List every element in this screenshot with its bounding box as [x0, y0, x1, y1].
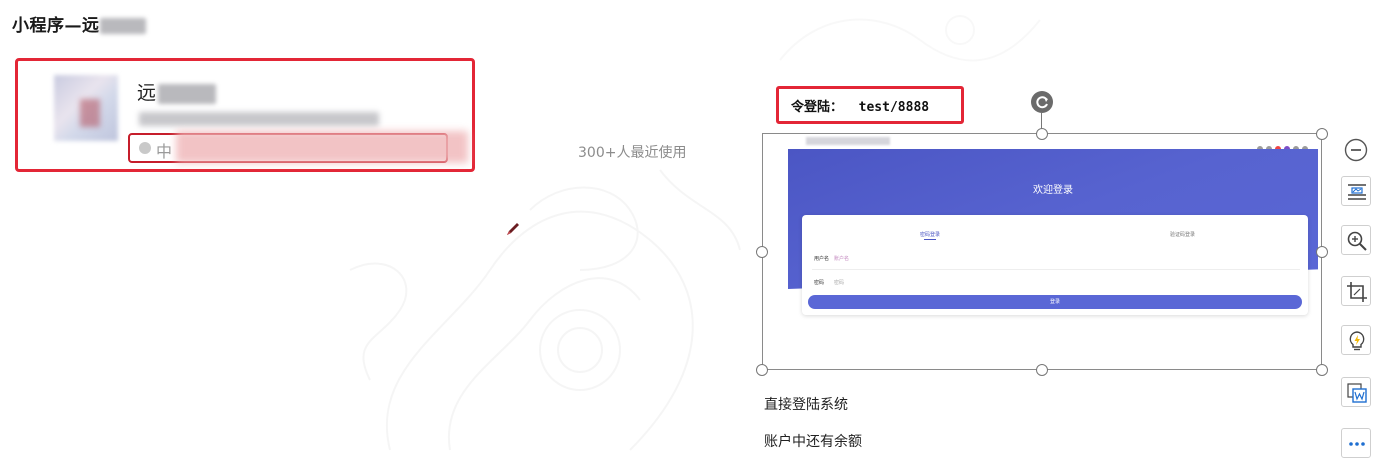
app-avatar-mark: [80, 99, 100, 127]
redacted-blur: [176, 131, 468, 163]
more-button[interactable]: [1341, 428, 1371, 458]
note-line-1: 直接登陆系统: [764, 397, 848, 413]
pen-cursor-icon: [507, 223, 519, 235]
resize-handle-top-right[interactable]: [1316, 128, 1328, 140]
minus-circle-icon[interactable]: [1344, 138, 1368, 162]
login-credentials-text: 令登陆： test/8888: [791, 100, 930, 115]
login-credentials-callout: 令登陆： test/8888: [776, 86, 964, 124]
note-line-2: 账户中还有余额: [764, 434, 862, 450]
zoom-in-icon: [1347, 231, 1367, 251]
resize-handle-bottom-right[interactable]: [1316, 364, 1328, 376]
zoom-in-button[interactable]: [1341, 225, 1371, 255]
crop-icon: [1347, 282, 1367, 302]
status-dot-icon: [139, 142, 151, 154]
background-watermark-top: [779, 15, 1041, 62]
mini-program-card[interactable]: 远 中: [15, 58, 475, 172]
app-name-text: 远: [137, 82, 157, 104]
resize-handle-bottom-left[interactable]: [756, 364, 768, 376]
layout-options-icon: [1348, 184, 1366, 200]
usage-count: 300+人最近使用: [578, 145, 687, 161]
status-text: 中: [156, 142, 173, 161]
rotate-icon[interactable]: [1031, 91, 1053, 113]
more-icon: [1349, 442, 1365, 446]
page-title: 小程序—远: [12, 11, 146, 36]
resize-handle-bottom[interactable]: [1036, 364, 1048, 376]
crop-button[interactable]: [1341, 276, 1371, 306]
app-description-redacted: [139, 112, 379, 126]
redacted-blur: [158, 83, 217, 104]
app-name: 远: [137, 78, 217, 105]
resize-handle-right[interactable]: [1316, 246, 1328, 258]
idea-icon: [1349, 331, 1365, 351]
layout-options-button[interactable]: [1341, 176, 1371, 206]
resize-handle-top[interactable]: [1036, 128, 1048, 140]
design-ideas-button[interactable]: [1341, 325, 1371, 355]
app-status-box: 中: [128, 131, 468, 163]
image-selection-frame: [762, 133, 1322, 370]
word-embed-icon: [1347, 383, 1367, 403]
background-watermark: [349, 169, 741, 451]
resize-handle-left[interactable]: [756, 246, 768, 258]
page-title-text: 小程序—远: [12, 16, 100, 36]
word-embed-button[interactable]: [1341, 377, 1371, 407]
redacted-blur: [99, 18, 146, 34]
